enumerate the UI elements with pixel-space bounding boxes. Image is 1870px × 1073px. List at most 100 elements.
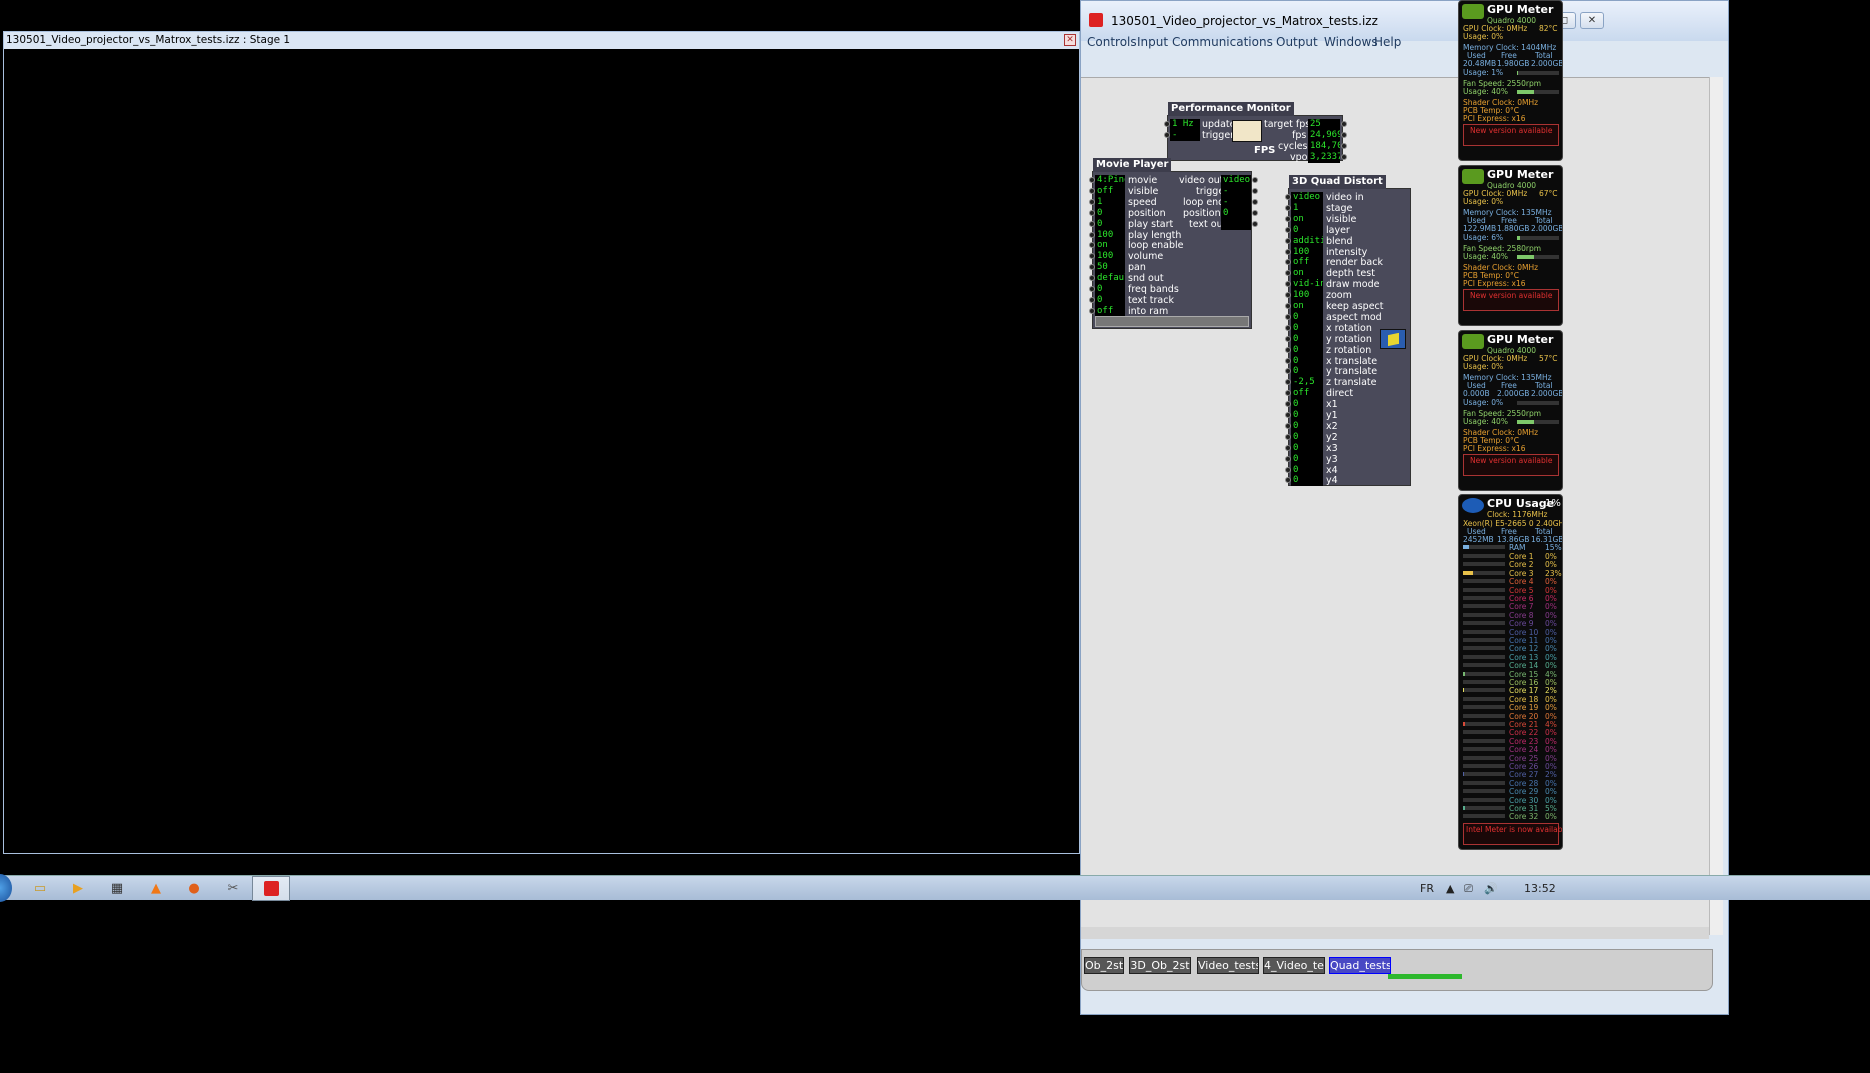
cpu-core-bar [1463,604,1505,609]
cpu-ram-bar-fill [1463,545,1470,549]
stage-title-bar[interactable]: 130501_Video_projector_vs_Matrox_tests.i… [4,32,1079,49]
close-button[interactable]: ✕ [1580,12,1604,29]
menu-input[interactable]: Input [1137,35,1168,49]
cpu-core-bar [1463,612,1505,617]
menu-help[interactable]: Help [1374,35,1401,49]
gpu-update-alert[interactable]: New version available [1470,456,1552,465]
cpu-core-bar-fill [1463,688,1464,693]
outlet-dot[interactable] [1252,209,1258,216]
firefox-icon[interactable]: ● [184,879,204,898]
media-player-icon[interactable]: ▶ [68,879,88,898]
gpu-mem-value: 2.000GB [1531,59,1563,68]
cpu-core-bar [1463,730,1505,735]
gpu-mem-bar-fill [1517,236,1520,240]
cpu-core-row: Core 14 0% [1459,661,1562,670]
tab-quad-tests[interactable]: Quad_tests [1329,957,1391,974]
tab-3d-ob-2st[interactable]: 3D_Ob_2st [1129,957,1191,974]
tab-4-video-tests[interactable]: 4_Video_tests [1263,957,1325,974]
gpu-update-alert[interactable]: New version available [1470,291,1552,300]
gpu-title: GPU Meter [1487,333,1554,346]
gpu-mem-value: 1.880GB [1497,224,1530,233]
clock[interactable]: 13:52 [1524,882,1556,895]
quad-input-row[interactable]: 0 y4 [1285,474,1379,487]
cpu-core-bar-fill [1463,570,1473,575]
cpu-core-bar [1463,596,1505,600]
tab-ob-2st[interactable]: Ob_2st [1084,957,1124,974]
cpu-core-row: Core 26 0% [1459,762,1562,771]
gpu-fan-bar-fill [1517,420,1534,424]
movie-player-actor[interactable]: Movie Player 4:Ping_movieoffvisible1spee… [1089,158,1258,329]
outlet-dot[interactable] [1341,132,1347,138]
isadora-logo-icon [1089,13,1103,27]
cpu-core-row: Core 24 0% [1459,745,1562,754]
outlet-dot[interactable] [1341,121,1347,127]
network-icon[interactable]: ⎚ [1464,882,1473,896]
stage-close-button[interactable]: ✕ [1064,34,1076,46]
menu-communications[interactable]: Communications [1172,35,1273,49]
cpu-ram-label: RAM [1509,543,1526,552]
cpu-core-row: Core 17 2% [1459,686,1562,695]
stage-window[interactable]: 130501_Video_projector_vs_Matrox_tests.i… [3,31,1080,854]
quad-input-value[interactable]: 0 [1291,475,1323,487]
menu-output[interactable]: Output [1276,35,1318,49]
gpu-usage: Usage: 0% [1463,197,1504,206]
outlet-dot[interactable] [1341,154,1347,160]
stage-title: 130501_Video_projector_vs_Matrox_tests.i… [6,34,291,46]
perf-vpo-value: 3,2337 [1308,152,1340,163]
perf-trigger-value[interactable]: - [1170,130,1200,141]
actor-title: Performance Monitor [1168,102,1294,116]
gpu-mem-value: 20.48MB [1463,59,1497,68]
outlet-dot[interactable] [1341,143,1347,149]
cpu-core-bar [1463,764,1505,768]
language-indicator[interactable]: FR [1420,882,1434,895]
gpu-fan-usage: Usage: 40% [1463,252,1508,261]
cpu-core-row: Core 12 0% [1459,644,1562,653]
film-icon[interactable]: ▦ [107,879,127,898]
quad-input-label: y4 [1326,475,1338,487]
gpu-mem-usage: Usage: 6% [1463,233,1504,242]
gpu-fan-usage: Usage: 40% [1463,87,1508,96]
actor-title: 3D Quad Distort [1289,175,1386,189]
3d-quad-distort-actor[interactable]: 3D Quad Distort video video in 1 stage on vis… [1285,175,1411,487]
cpu-core-bar [1463,554,1505,558]
cpu-core-bar [1463,747,1505,752]
gpu-history-graph: New version available [1463,124,1559,146]
fps-gauge-icon [1232,120,1262,142]
tab-video-tests[interactable]: Video_tests [1197,957,1259,974]
cpu-core-bar [1463,755,1505,760]
show-hidden-icons-icon[interactable]: ▲ [1446,882,1454,895]
cpu-core-row: Core 7 0% [1459,602,1562,611]
gpu-mem-value: 2.000GB [1531,389,1563,398]
vlc-icon[interactable]: ▲ [146,879,166,898]
outlet-dot[interactable] [1252,187,1258,194]
gpu-mem-value: 2.000GB [1531,224,1563,233]
gpu-update-alert[interactable]: New version available [1470,126,1552,135]
outlet-dot[interactable] [1252,177,1258,183]
cpu-core-bar [1463,579,1505,584]
menu-windows[interactable]: Windows [1324,35,1378,49]
cpu-clock: Clock: 1176MHz [1487,510,1548,519]
tools-icon[interactable]: ✂ [223,879,243,898]
start-button[interactable] [0,874,12,902]
vertical-scrollbar[interactable] [1709,77,1723,935]
nvidia-logo-icon [1462,334,1484,349]
3d-cube-icon [1380,329,1406,349]
explorer-icon[interactable]: ▭ [30,879,50,898]
outlet-dot[interactable] [1252,220,1258,227]
cpu-core-row: Core 23 0% [1459,737,1562,746]
menu-controls[interactable]: Controls [1087,35,1137,49]
nvidia-logo-icon [1462,4,1484,19]
cpu-core-row: Core 10 0% [1459,628,1562,637]
volume-icon[interactable]: 🔊 [1484,882,1498,895]
cpu-core-bar [1463,646,1505,651]
cpu-core-row: Core 3 23% [1459,569,1562,578]
gpu-fan-bar-fill [1517,255,1534,259]
performance-monitor-actor[interactable]: Performance Monitor 1 Hz update - trigge… [1164,102,1347,164]
cpu-alert[interactable]: Intel Meter is now available [1466,825,1562,834]
horizontal-scrollbar[interactable] [1081,927,1709,939]
isadora-taskbar-button[interactable] [252,876,290,901]
movie-output-value [1221,218,1251,230]
outlet-dot[interactable] [1252,198,1258,205]
perf-output-vpo: vpo 3,2337 [1264,151,1347,164]
cpu-core-bar [1463,772,1505,777]
